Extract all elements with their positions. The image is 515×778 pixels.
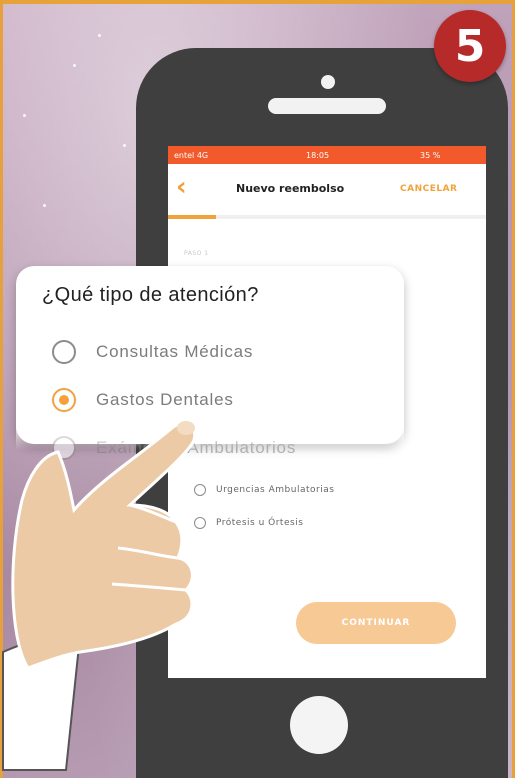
step-label: PASO 1 xyxy=(184,250,209,257)
sparkle xyxy=(73,64,76,67)
radio-icon xyxy=(194,517,206,529)
option-gastos-dentales[interactable]: Gastos Dentales xyxy=(52,388,234,412)
status-bar: entel 4G 18:05 35 % xyxy=(168,146,486,164)
nav-title: Nuevo reembolso xyxy=(236,182,345,195)
clock-label: 18:05 xyxy=(306,150,330,160)
cancel-button[interactable]: CANCELAR xyxy=(400,184,458,194)
step-number-badge: 5 xyxy=(434,10,506,82)
popup-fade xyxy=(16,424,404,450)
option-label: Prótesis u Órtesis xyxy=(216,518,304,528)
popup-title: ¿Qué tipo de atención? xyxy=(42,284,259,306)
carrier-label: entel 4G xyxy=(174,150,209,160)
sparkle xyxy=(43,204,46,207)
option-label: Gastos Dentales xyxy=(96,390,234,409)
attention-type-popup: ¿Qué tipo de atención? Consultas Médicas… xyxy=(16,266,404,460)
option-consultas-medicas[interactable]: Consultas Médicas xyxy=(52,340,253,364)
progress-track xyxy=(168,215,486,219)
continue-button[interactable]: CONTINUAR xyxy=(296,602,456,644)
radio-selected-icon xyxy=(52,388,76,412)
option-urgencias[interactable]: Urgencias Ambulatorias xyxy=(194,484,334,496)
sparkle xyxy=(123,144,126,147)
battery-label: 35 % xyxy=(420,150,441,160)
option-protesis[interactable]: Prótesis u Órtesis xyxy=(194,517,303,529)
nav-bar: ‹ Nuevo reembolso CANCELAR xyxy=(168,164,486,212)
radio-icon xyxy=(194,484,206,496)
chevron-left-icon[interactable]: ‹ xyxy=(176,174,187,200)
progress-fill xyxy=(168,215,216,219)
camera-dot xyxy=(321,75,335,89)
sparkle xyxy=(23,114,26,117)
option-label: Urgencias Ambulatorias xyxy=(216,485,335,495)
sparkle xyxy=(63,644,66,647)
home-button[interactable] xyxy=(290,696,348,754)
radio-icon xyxy=(52,340,76,364)
option-label: Consultas Médicas xyxy=(96,342,254,361)
sparkle xyxy=(98,34,101,37)
speaker-slot xyxy=(268,98,386,114)
